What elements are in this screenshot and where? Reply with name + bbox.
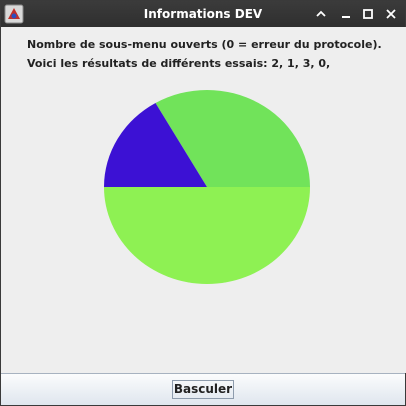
pie-chart [104,90,310,284]
results-text: Voici les résultats de différents essais… [27,57,331,70]
basculer-button[interactable]: Basculer [1,373,405,405]
chevron-up-icon[interactable] [311,4,331,24]
maximize-icon[interactable] [358,4,378,24]
dialog-window: Informations DEV Nombre de sous-menu ouv… [0,0,406,406]
description-text: Nombre de sous-menu ouverts (0 = erreur … [27,38,382,51]
pie-slice-2 [104,187,310,284]
close-icon[interactable] [381,4,401,24]
basculer-button-label: Basculer [171,380,235,399]
app-icon[interactable] [4,4,24,24]
title-bar[interactable]: Informations DEV [1,1,405,27]
content-panel: Nombre de sous-menu ouverts (0 = erreur … [2,27,406,373]
minimize-icon[interactable] [336,4,356,24]
